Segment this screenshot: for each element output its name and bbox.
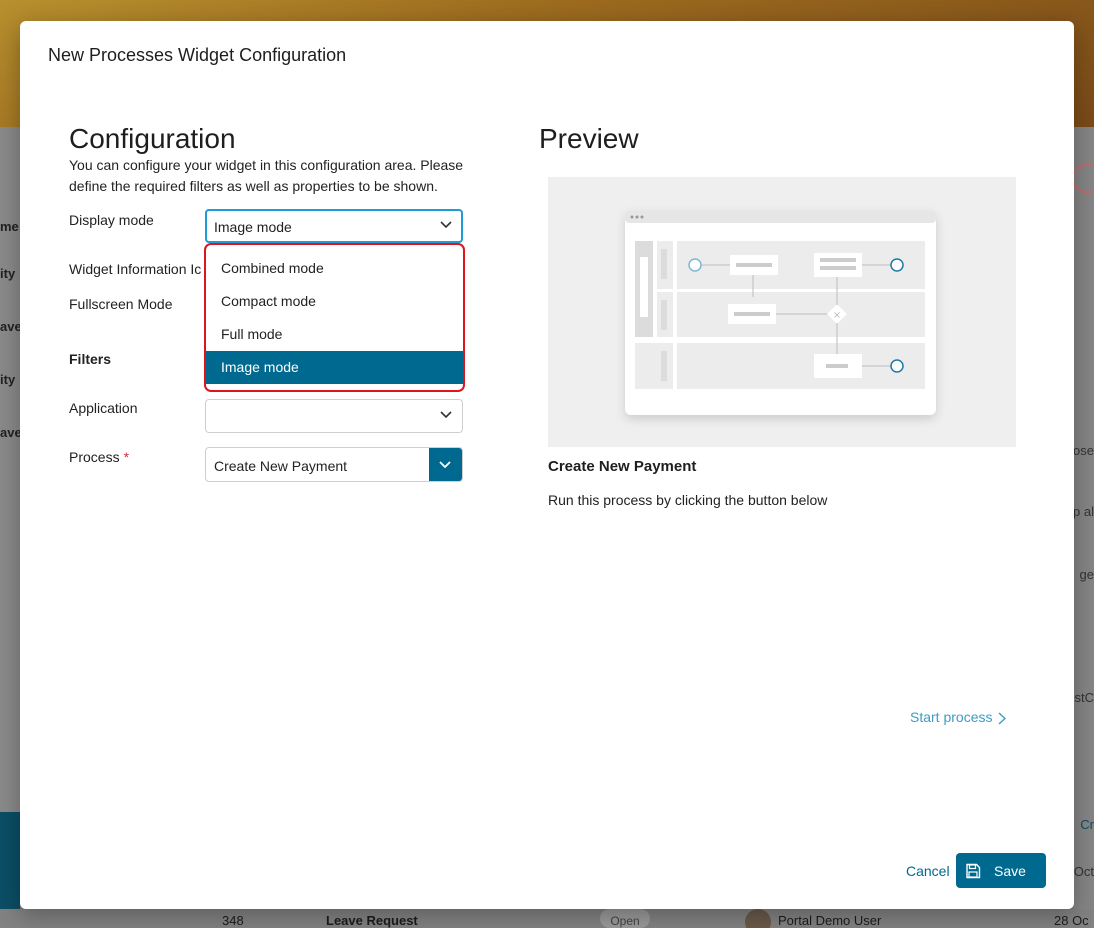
- process-preview-image: ×: [548, 177, 1016, 447]
- background-row-date: 28 Oc: [1054, 913, 1089, 928]
- background-row-user: Portal Demo User: [778, 913, 882, 928]
- background-side-label: me: [0, 219, 19, 234]
- trash-icon: [1072, 163, 1094, 193]
- display-mode-select[interactable]: Image mode: [205, 209, 463, 243]
- background-row-name: Leave Request: [326, 913, 418, 928]
- dropdown-option-compact-mode[interactable]: Compact mode: [206, 285, 463, 318]
- preview-process-title: Create New Payment: [548, 458, 697, 475]
- process-value: Create New Payment: [214, 458, 348, 474]
- background-right-panel: [1074, 127, 1094, 928]
- process-diagram-illustration: ×: [625, 211, 936, 415]
- widget-configuration-modal: New Processes Widget Configuration Confi…: [20, 21, 1074, 909]
- application-label: Application: [69, 400, 138, 416]
- modal-title: New Processes Widget Configuration: [48, 45, 347, 65]
- cancel-button[interactable]: Cancel: [906, 863, 950, 879]
- process-label-text: Process: [69, 449, 120, 465]
- dropdown-option-combined-mode[interactable]: Combined mode: [206, 252, 463, 285]
- svg-text:×: ×: [833, 310, 841, 321]
- background-right-label: ge: [1079, 567, 1094, 582]
- display-mode-value: Image mode: [214, 219, 292, 235]
- save-label: Save: [994, 863, 1026, 879]
- fullscreen-mode-label: Fullscreen Mode: [69, 296, 173, 312]
- dropdown-option-full-mode[interactable]: Full mode: [206, 318, 463, 351]
- process-select[interactable]: Create New Payment: [205, 447, 463, 482]
- widget-information-icon-label: Widget Information Ic: [69, 261, 202, 277]
- chevron-down-icon: [439, 461, 451, 469]
- floppy-disk-icon: [966, 863, 981, 879]
- preview-heading: Preview: [539, 123, 639, 154]
- background-side-label: ave: [0, 319, 22, 334]
- filters-heading: Filters: [69, 351, 112, 367]
- background-status-badge: Open: [600, 909, 650, 928]
- chevron-right-icon: [999, 712, 1007, 725]
- background-sidebar: [0, 127, 20, 928]
- save-button[interactable]: Save: [956, 853, 1046, 888]
- display-mode-label: Display mode: [69, 212, 154, 228]
- dropdown-option-image-mode[interactable]: Image mode: [206, 351, 463, 384]
- configuration-heading: Configuration: [69, 123, 236, 154]
- background-right-label: Cr: [1080, 817, 1094, 832]
- chevron-down-icon: [440, 411, 452, 419]
- start-process-label: Start process: [910, 709, 993, 725]
- application-select[interactable]: [205, 399, 463, 433]
- preview-description: Run this process by clicking the button …: [548, 492, 828, 508]
- background-table-row: [0, 909, 1094, 928]
- chevron-down-icon: [440, 221, 452, 229]
- background-right-label: ose: [1073, 443, 1094, 458]
- background-right-label: Oct: [1073, 864, 1094, 879]
- background-right-label: p al: [1073, 504, 1094, 519]
- process-dropdown-button[interactable]: [429, 448, 462, 481]
- background-side-label: ity: [0, 372, 16, 387]
- start-process-link[interactable]: Start process: [910, 709, 1007, 725]
- background-row-id: 348: [222, 913, 244, 928]
- process-label: Process *: [69, 449, 129, 465]
- background-side-label: ave: [0, 425, 22, 440]
- background-right-label: stC: [1074, 690, 1094, 705]
- configuration-description: You can configure your widget in this co…: [69, 157, 464, 194]
- required-indicator: *: [123, 449, 130, 465]
- avatar: [745, 909, 771, 928]
- display-mode-dropdown: Combined mode Compact mode Full mode Ima…: [204, 243, 465, 392]
- background-side-label: ity: [0, 266, 16, 281]
